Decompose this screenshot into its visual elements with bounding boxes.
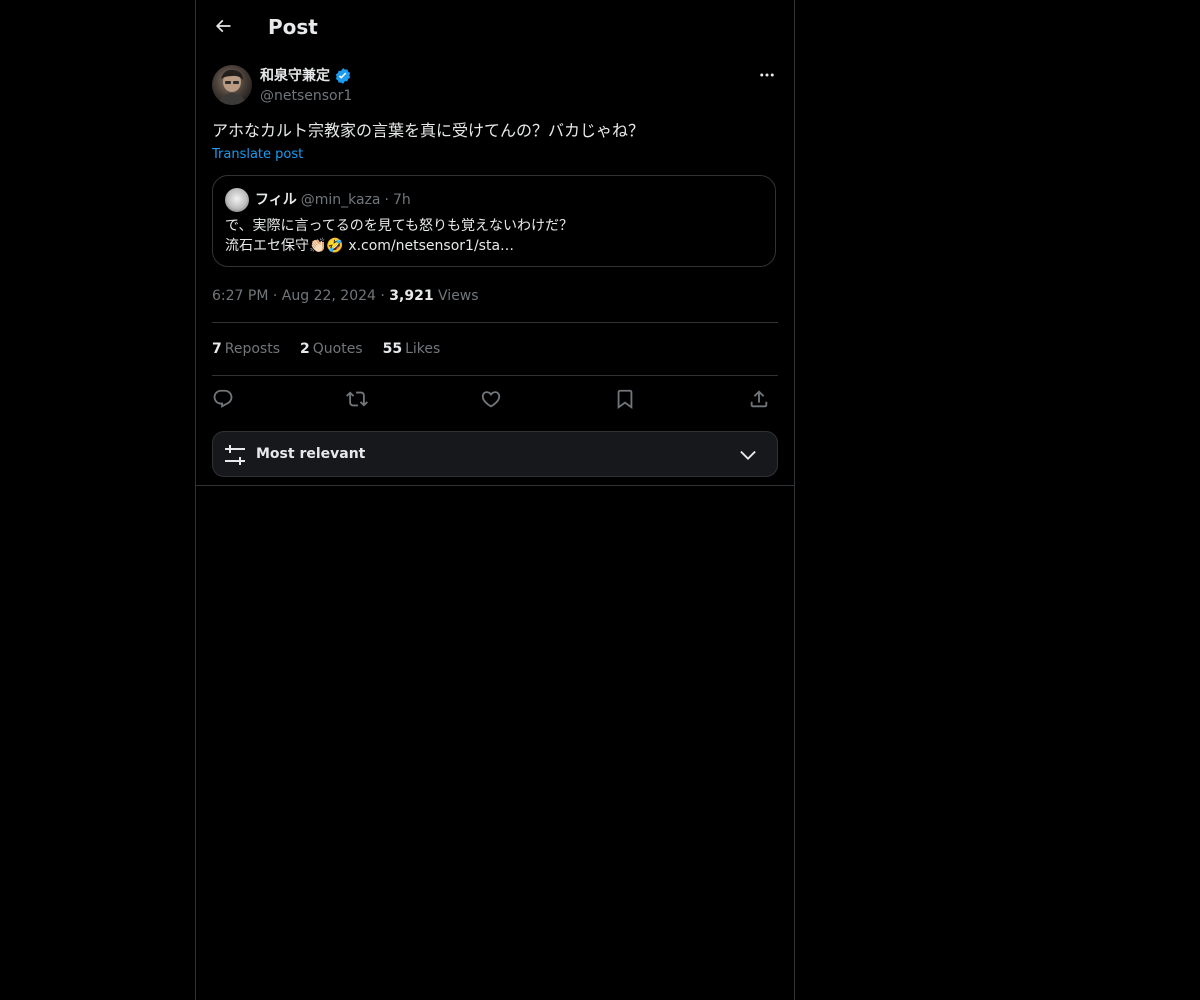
reply-icon — [213, 389, 233, 408]
quote-time: 7h — [392, 192, 411, 208]
back-button[interactable] — [208, 11, 238, 41]
quotes-count: 2 — [300, 341, 310, 357]
avatar-image — [218, 69, 246, 105]
quoted-post-text: で、実際に言ってるのを見ても怒りも覚えないわけだ？ 流石エセ保守👏🏻🤣 x.co… — [225, 216, 765, 256]
engagement-stats: 7 Reposts 2 Quotes 55 Likes — [212, 339, 440, 359]
quote-text-line-1: で、実際に言ってるのを見ても怒りも覚えないわけだ？ — [225, 218, 574, 234]
likes-count: 55 — [382, 341, 403, 357]
chevron-down-icon — [740, 450, 756, 460]
more-icon — [760, 73, 774, 77]
main-column: Post 和泉守兼定 @netsensor1 アホなカルト宗教家の言葉を真に受け… — [195, 0, 795, 1000]
quote-author-name: フィル — [255, 192, 297, 208]
meta-separator: · — [380, 288, 385, 304]
author-display-name: 和泉守兼定 — [260, 68, 330, 84]
sliders-icon — [225, 445, 245, 465]
translate-post-link[interactable]: Translate post — [212, 146, 303, 164]
reply-button[interactable] — [210, 386, 236, 412]
heart-icon — [481, 391, 501, 408]
avatar[interactable] — [212, 65, 252, 105]
likes-stat[interactable]: 55 Likes — [383, 339, 441, 359]
bookmark-button[interactable] — [612, 386, 638, 412]
quote-text-line-2: 流石エセ保守👏🏻🤣 x.com/netsensor1/sta… — [225, 238, 515, 254]
verified-badge-icon — [335, 68, 351, 84]
divider — [212, 375, 778, 376]
share-button[interactable] — [746, 386, 772, 412]
author-handle[interactable]: @netsensor1 — [260, 86, 352, 106]
post-actions — [212, 386, 778, 412]
quoted-post-header: フィル @min_kaza · 7h — [225, 188, 411, 212]
section-divider — [196, 485, 794, 486]
divider — [212, 322, 778, 323]
bookmark-icon — [617, 389, 633, 410]
reposts-label: Reposts — [224, 341, 280, 357]
sort-label: Most relevant — [256, 446, 366, 462]
post-date[interactable]: Aug 22, 2024 — [282, 288, 376, 304]
quotes-label: Quotes — [312, 341, 363, 357]
reposts-stat[interactable]: 7 Reposts — [212, 339, 280, 359]
quotes-stat[interactable]: 2 Quotes — [300, 339, 363, 359]
header: Post — [196, 0, 794, 53]
like-button[interactable] — [478, 386, 504, 412]
post-text: アホなカルト宗教家の言葉を真に受けてんの？バカじゃね？ — [212, 121, 645, 140]
more-options-button[interactable] — [756, 64, 778, 86]
repost-button[interactable] — [344, 386, 370, 412]
quote-avatar — [225, 188, 249, 212]
views-label: Views — [438, 288, 479, 304]
reposts-count: 7 — [212, 341, 222, 357]
page-title: Post — [268, 15, 318, 39]
views-count: 3,921 — [389, 288, 434, 304]
quoted-post[interactable]: フィル @min_kaza · 7h で、実際に言ってるのを見ても怒りも覚えない… — [212, 175, 776, 267]
share-icon — [750, 390, 768, 408]
post-author: 和泉守兼定 @netsensor1 — [212, 64, 778, 106]
author-name[interactable]: 和泉守兼定 — [260, 66, 352, 86]
reply-sort-dropdown[interactable]: Most relevant — [212, 431, 778, 477]
meta-separator: · — [272, 288, 278, 304]
arrow-left-icon — [215, 19, 231, 33]
post-meta: 6:27 PM · Aug 22, 2024 · 3,921 Views — [212, 286, 479, 306]
quote-author-handle: @min_kaza — [300, 192, 381, 208]
likes-label: Likes — [405, 341, 441, 357]
quote-separator: · — [384, 192, 389, 208]
post-time[interactable]: 6:27 PM — [212, 288, 268, 304]
repost-icon — [346, 391, 368, 407]
